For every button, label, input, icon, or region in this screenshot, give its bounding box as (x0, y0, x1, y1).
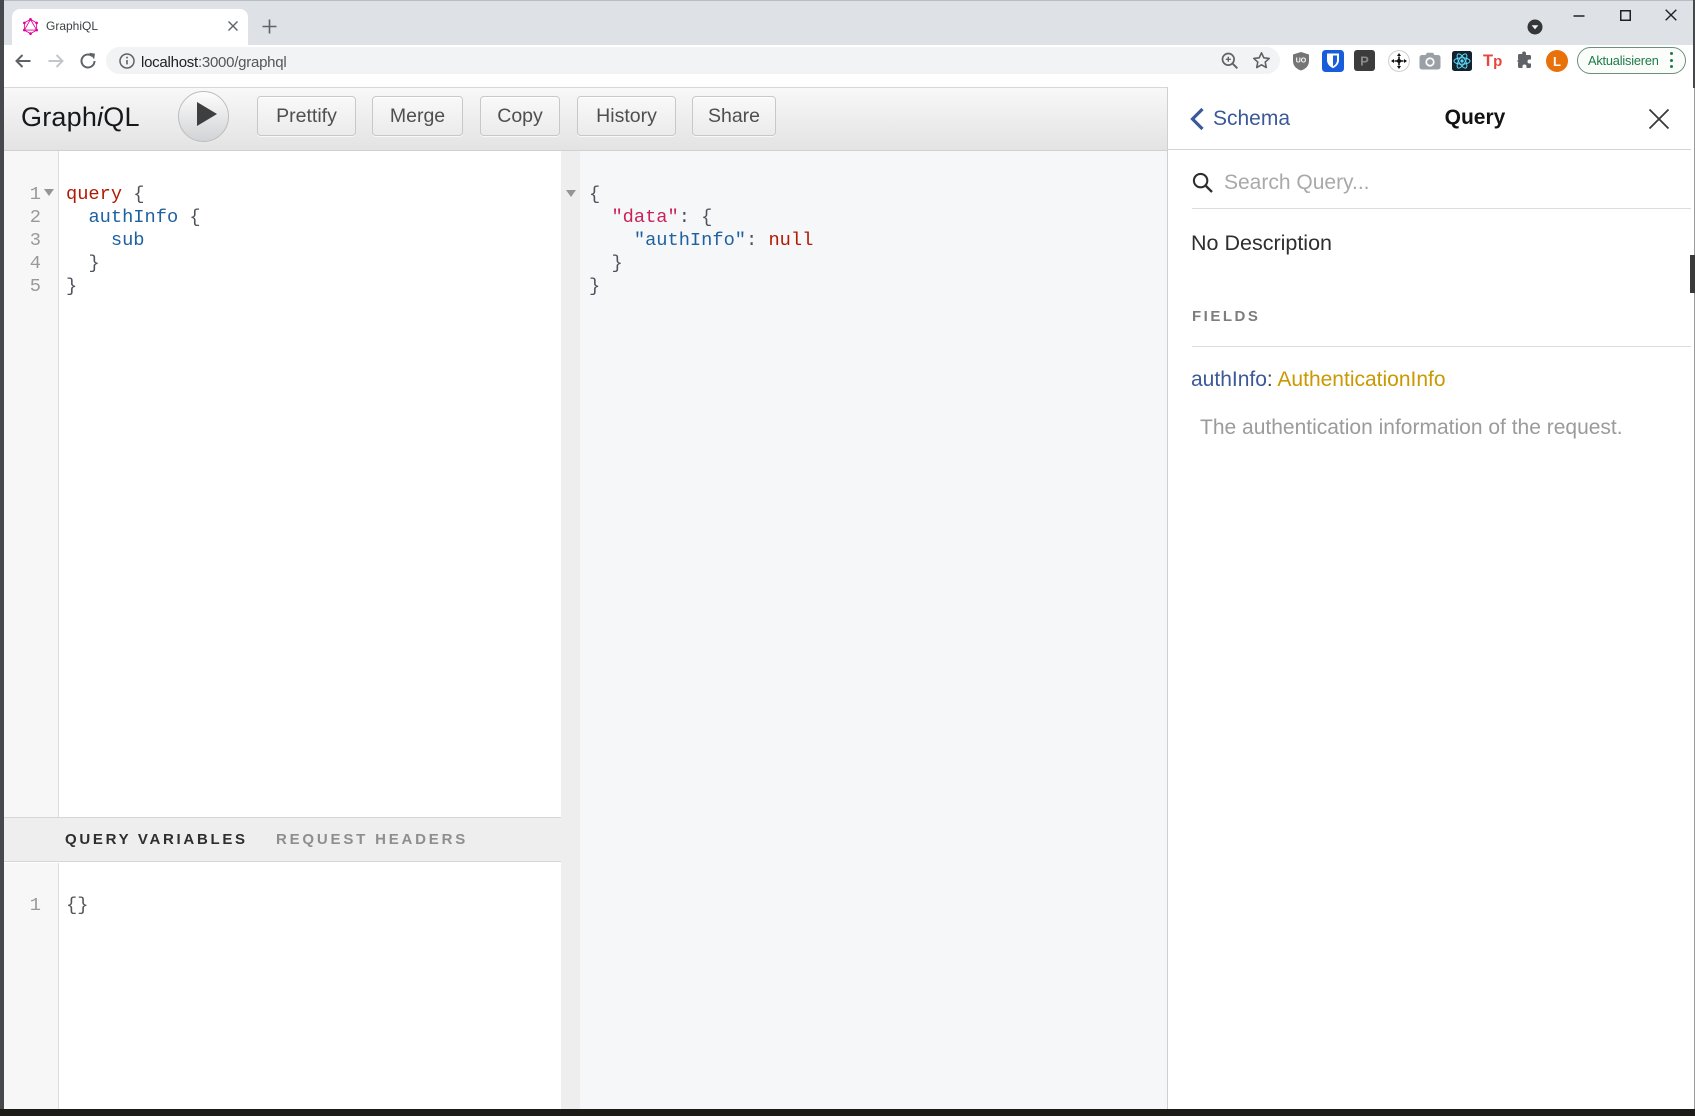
svg-text:P: P (1360, 54, 1369, 69)
svg-text:UO: UO (1296, 58, 1307, 65)
